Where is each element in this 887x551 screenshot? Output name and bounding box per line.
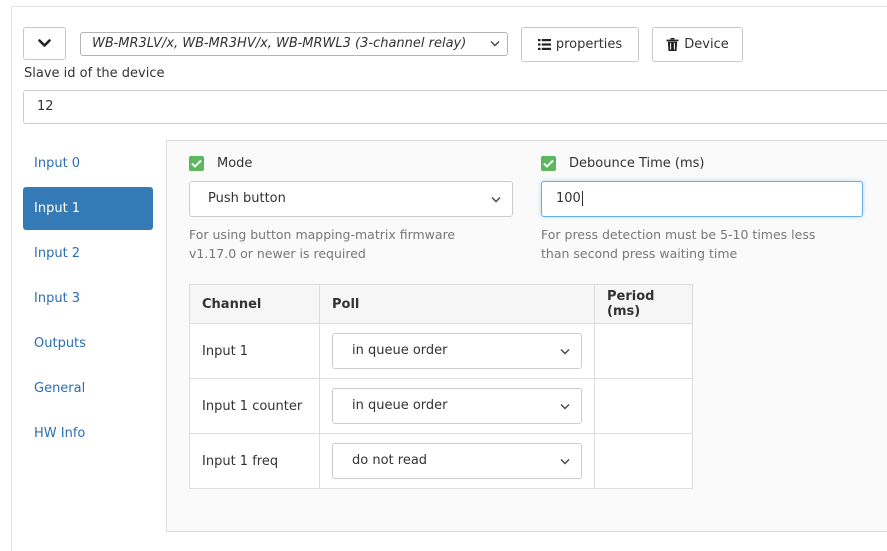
table-row: Input 1 in queue order: [189, 323, 693, 379]
check-icon: [191, 159, 202, 168]
poll-select[interactable]: do not read: [332, 443, 582, 479]
channel-tabs: Input 0 Input 1 Input 2 Input 3 Outputs …: [23, 142, 153, 457]
debounce-time-input[interactable]: 100: [541, 181, 863, 217]
mode-value: Push button: [208, 191, 286, 206]
debounce-help-line: than second press waiting time: [541, 246, 738, 261]
poll-value: do not read: [352, 453, 428, 468]
slave-id-input[interactable]: 12: [23, 90, 887, 124]
mode-help-line: For using button mapping-matrix firmware: [189, 227, 456, 242]
debounce-help-text: For press detection must be 5-10 times l…: [541, 225, 815, 263]
table-header-row: Channel Poll Period (ms): [189, 284, 693, 324]
debounce-value: 100: [556, 191, 581, 206]
poll-value: in queue order: [352, 343, 448, 358]
mode-label: Mode: [217, 156, 253, 171]
channel-name: Input 1 counter: [189, 378, 320, 434]
chevron-down-icon: [490, 41, 500, 47]
poll-cell: do not read: [319, 433, 595, 489]
chevron-down-icon: [560, 349, 570, 355]
debounce-checkbox[interactable]: [541, 156, 556, 171]
poll-select[interactable]: in queue order: [332, 333, 582, 369]
poll-cell: in queue order: [319, 378, 595, 434]
slave-id-label: Slave id of the device: [24, 66, 165, 81]
properties-button[interactable]: properties: [521, 27, 639, 62]
tab-input-1[interactable]: Input 1: [23, 187, 153, 230]
period-cell: [594, 433, 693, 489]
poll-select[interactable]: in queue order: [332, 388, 582, 424]
properties-label: properties: [555, 37, 623, 52]
poll-cell: in queue order: [319, 323, 595, 379]
poll-value: in queue order: [352, 398, 448, 413]
period-cell: [594, 378, 693, 434]
tab-input-2[interactable]: Input 2: [23, 232, 153, 275]
tab-outputs[interactable]: Outputs: [23, 322, 153, 365]
debounce-help-line: For press detection must be 5-10 times l…: [541, 227, 816, 242]
tab-input-3[interactable]: Input 3: [23, 277, 153, 320]
channel-name: Input 1 freq: [189, 433, 320, 489]
mode-select[interactable]: Push button: [189, 181, 513, 217]
device-model-select[interactable]: WB-MR3LV/x, WB-MR3HV/x, WB-MRWL3 (3-chan…: [80, 32, 508, 56]
column-header-period: Period (ms): [594, 284, 693, 324]
mode-help-line: v1.17.0 or newer is required: [189, 246, 366, 261]
table-row: Input 1 freq do not read: [189, 433, 693, 489]
check-icon: [543, 159, 554, 168]
list-icon: [537, 39, 551, 50]
text-caret: [581, 191, 583, 206]
tab-general[interactable]: General: [23, 367, 153, 410]
device-label: Device: [684, 37, 729, 52]
chevron-down-icon: [38, 39, 51, 47]
collapse-button[interactable]: [23, 27, 66, 60]
chevron-down-icon: [560, 404, 570, 410]
device-model-value: WB-MR3LV/x, WB-MR3HV/x, WB-MRWL3 (3-chan…: [92, 36, 467, 51]
column-header-poll: Poll: [319, 284, 595, 324]
channels-table: Channel Poll Period (ms) Input 1 in queu…: [189, 284, 693, 489]
delete-device-button[interactable]: Device: [652, 27, 743, 62]
tab-input-0[interactable]: Input 0: [23, 142, 153, 185]
mode-checkbox[interactable]: [189, 156, 204, 171]
trash-icon: [666, 38, 679, 51]
chevron-down-icon: [560, 459, 570, 465]
column-header-channel: Channel: [189, 284, 320, 324]
channel-name: Input 1: [189, 323, 320, 379]
tab-hw-info[interactable]: HW Info: [23, 412, 153, 455]
debounce-label: Debounce Time (ms): [569, 156, 705, 171]
table-row: Input 1 counter in queue order: [189, 378, 693, 434]
period-cell: [594, 323, 693, 379]
chevron-down-icon: [491, 197, 501, 203]
mode-help-text: For using button mapping-matrix firmware…: [189, 225, 455, 263]
